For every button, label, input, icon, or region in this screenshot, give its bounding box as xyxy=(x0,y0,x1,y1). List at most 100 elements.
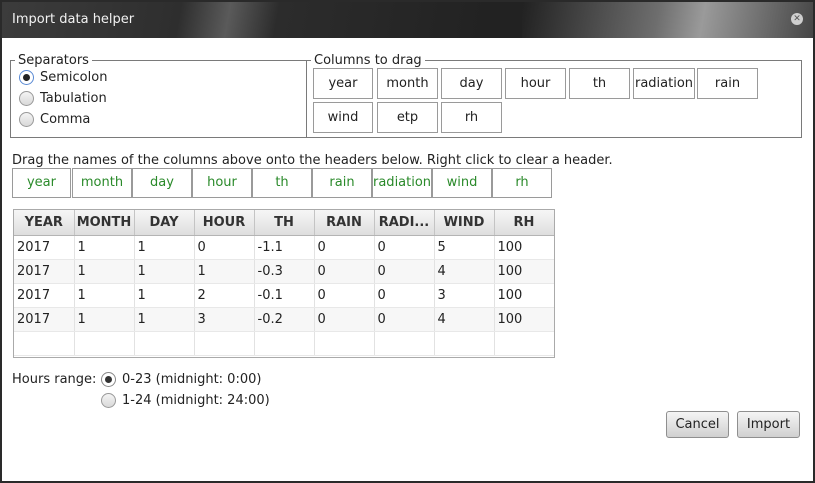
drag-chip-th[interactable]: th xyxy=(569,68,630,99)
drag-chip-etp[interactable]: etp xyxy=(377,102,438,133)
table-cell: 2 xyxy=(194,283,255,308)
drag-chip-rain[interactable]: rain xyxy=(697,68,758,99)
target-header-year[interactable]: year xyxy=(12,168,71,198)
table-cell: 1 xyxy=(74,235,135,260)
table-cell: 0 xyxy=(374,283,435,308)
table-cell: 0 xyxy=(374,235,435,260)
target-header-hour[interactable]: hour xyxy=(192,168,252,198)
table-cell: -0.3 xyxy=(254,259,315,284)
hours-range-0-23[interactable]: 0-23 (midnight: 0:00) xyxy=(101,372,261,387)
import-data-dialog: Import data helper ✕ Separators Semicolo… xyxy=(0,0,815,483)
column-header[interactable]: TH xyxy=(254,210,315,236)
table-cell-empty xyxy=(314,331,375,356)
close-icon[interactable]: ✕ xyxy=(791,13,803,25)
separator-tabulation[interactable]: Tabulation xyxy=(19,91,107,106)
separators-legend: Separators xyxy=(18,53,89,68)
table-cell-empty xyxy=(134,331,195,356)
table-cell: 100 xyxy=(494,307,554,332)
table-cell: 0 xyxy=(374,259,435,284)
import-button[interactable]: Import xyxy=(737,411,800,438)
radio-semicolon[interactable] xyxy=(19,70,34,85)
table-cell: 4 xyxy=(434,307,495,332)
target-header-th[interactable]: th xyxy=(252,168,312,198)
table-cell: 1 xyxy=(74,307,135,332)
title-bar[interactable]: Import data helper ✕ xyxy=(2,2,813,38)
column-header[interactable]: MONTH xyxy=(74,210,135,236)
radio-hours-1-24[interactable] xyxy=(101,393,116,408)
table-row[interactable]: 2017 1 1 2 -0.1 0 0 3 100 xyxy=(14,283,554,308)
table-cell: 0 xyxy=(314,307,375,332)
target-header-month[interactable]: month xyxy=(72,168,132,198)
radio-hours-0-23[interactable] xyxy=(101,372,116,387)
separator-semicolon[interactable]: Semicolon xyxy=(19,70,107,85)
table-row[interactable]: 2017 1 1 3 -0.2 0 0 4 100 xyxy=(14,307,554,332)
table-cell: 100 xyxy=(494,259,554,284)
drag-chip-year[interactable]: year xyxy=(313,68,373,99)
separator-tabulation-label: Tabulation xyxy=(40,91,107,106)
data-preview-table[interactable]: YEAR MONTH DAY HOUR TH RAIN RADI... WIND… xyxy=(13,209,555,358)
window-title: Import data helper xyxy=(12,12,135,27)
drag-chip-day[interactable]: day xyxy=(441,68,502,99)
columns-to-drag-legend: Columns to drag xyxy=(314,53,422,68)
column-header[interactable]: RH xyxy=(494,210,554,236)
table-cell-empty xyxy=(254,331,315,356)
table-cell: 100 xyxy=(494,235,554,260)
title-bar-shine xyxy=(522,2,813,38)
separator-semicolon-label: Semicolon xyxy=(40,70,108,85)
separator-comma[interactable]: Comma xyxy=(19,112,90,127)
table-row[interactable]: 2017 1 1 0 -1.1 0 0 5 100 xyxy=(14,235,554,260)
table-cell: 1 xyxy=(134,259,195,284)
hours-range-1-24-label: 1-24 (midnight: 24:00) xyxy=(122,393,270,408)
cancel-button[interactable]: Cancel xyxy=(666,411,729,438)
drag-chip-wind[interactable]: wind xyxy=(313,102,373,133)
table-cell-empty xyxy=(494,331,554,356)
table-cell: 1 xyxy=(74,259,135,284)
hours-range-0-23-label: 0-23 (midnight: 0:00) xyxy=(122,372,262,387)
table-cell: 1 xyxy=(74,283,135,308)
table-cell: 1 xyxy=(134,283,195,308)
table-cell: 2017 xyxy=(14,307,75,332)
table-cell-empty xyxy=(14,331,75,356)
table-cell: 1 xyxy=(134,307,195,332)
table-cell: -1.1 xyxy=(254,235,315,260)
target-header-day[interactable]: day xyxy=(132,168,192,198)
table-cell-empty xyxy=(74,331,135,356)
radio-tabulation[interactable] xyxy=(19,91,34,106)
table-row[interactable]: 2017 1 1 1 -0.3 0 0 4 100 xyxy=(14,259,554,284)
table-cell: 5 xyxy=(434,235,495,260)
drag-chip-rh[interactable]: rh xyxy=(441,102,502,133)
table-cell: 2017 xyxy=(14,259,75,284)
target-header-wind[interactable]: wind xyxy=(432,168,492,198)
separator-comma-label: Comma xyxy=(40,112,91,127)
radio-comma[interactable] xyxy=(19,112,34,127)
column-header[interactable]: DAY xyxy=(134,210,195,236)
hours-range-1-24[interactable]: 1-24 (midnight: 24:00) xyxy=(101,393,270,408)
target-header-rh[interactable]: rh xyxy=(492,168,552,198)
column-header[interactable]: RADI... xyxy=(374,210,435,236)
table-cell: 3 xyxy=(434,283,495,308)
hours-range-label: Hours range: xyxy=(12,372,97,387)
column-header[interactable]: RAIN xyxy=(314,210,375,236)
target-header-rain[interactable]: rain xyxy=(312,168,372,198)
table-cell: 3 xyxy=(194,307,255,332)
drag-chip-hour[interactable]: hour xyxy=(505,68,566,99)
table-row-empty xyxy=(14,331,554,356)
table-cell-empty xyxy=(434,331,495,356)
table-cell: -0.1 xyxy=(254,283,315,308)
table-cell: 0 xyxy=(194,235,255,260)
column-header[interactable]: HOUR xyxy=(194,210,255,236)
table-cell: 0 xyxy=(314,235,375,260)
table-cell: 2017 xyxy=(14,283,75,308)
table-cell: 1 xyxy=(134,235,195,260)
table-cell-empty xyxy=(374,331,435,356)
drag-chip-month[interactable]: month xyxy=(377,68,438,99)
column-header[interactable]: YEAR xyxy=(14,210,75,236)
column-header[interactable]: WIND xyxy=(434,210,495,236)
table-cell: 1 xyxy=(194,259,255,284)
drag-chip-radiation[interactable]: radiation xyxy=(633,68,695,99)
table-cell-empty xyxy=(194,331,255,356)
table-cell: 0 xyxy=(314,283,375,308)
table-cell: 2017 xyxy=(14,235,75,260)
table-cell: 0 xyxy=(314,259,375,284)
target-header-radiation[interactable]: radiation xyxy=(372,168,432,198)
